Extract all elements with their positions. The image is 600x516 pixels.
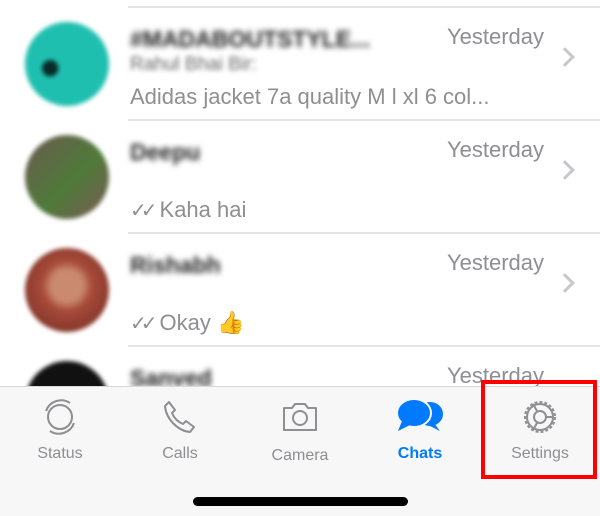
chevron-right-icon	[555, 273, 575, 293]
chat-preview: Okay 👍	[159, 310, 245, 335]
double-check-icon: ✓✓	[130, 313, 157, 335]
double-check-icon: ✓✓	[130, 200, 157, 222]
tab-label: Status	[37, 445, 83, 462]
chat-name: Rishabh	[130, 252, 221, 278]
chat-row-madaboutstyle[interactable]: #MADABOUTSTYLE... Yesterday Rahul Bhai B…	[0, 8, 600, 121]
home-indicator[interactable]	[193, 497, 408, 506]
settings-highlight-box	[481, 380, 597, 479]
chat-preview: Kaha hai	[159, 197, 247, 222]
tab-chats[interactable]: Chats	[360, 387, 480, 477]
chat-name: Deepu	[130, 139, 201, 165]
tab-label: Camera	[271, 447, 329, 464]
tab-calls[interactable]: Calls	[120, 387, 240, 477]
chat-preview: Adidas jacket 7a quality M l xl 6 col...	[130, 84, 490, 109]
avatar	[25, 248, 109, 332]
avatar	[25, 22, 109, 106]
chat-time: Yesterday	[446, 24, 544, 49]
tab-label: Chats	[397, 445, 443, 462]
tab-status[interactable]: Status	[0, 387, 120, 477]
chat-time: Yesterday	[446, 137, 544, 162]
tab-label: Calls	[162, 445, 198, 462]
chat-time: Yesterday	[446, 250, 544, 275]
chat-row-deepu[interactable]: Deepu Yesterday ✓✓ Kaha hai	[0, 121, 600, 234]
camera-icon	[283, 403, 317, 431]
chat-name: #MADABOUTSTYLE...	[130, 26, 371, 52]
status-icon	[45, 399, 75, 435]
chat-sender: Rahul Bhai Bir:	[130, 54, 257, 75]
chat-row-rishabh[interactable]: Rishabh Yesterday ✓✓ Okay 👍	[0, 234, 600, 347]
phone-icon	[164, 401, 195, 433]
tab-camera[interactable]: Camera	[240, 387, 360, 477]
chat-bubbles-icon	[396, 398, 443, 431]
chevron-right-icon	[555, 160, 575, 180]
chevron-right-icon	[555, 47, 575, 67]
avatar	[25, 135, 109, 219]
